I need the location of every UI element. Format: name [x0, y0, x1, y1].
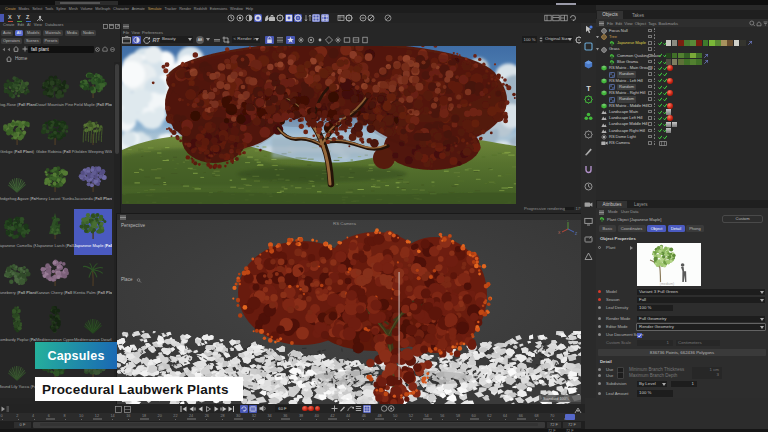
svg-text:RS Camera: RS Camera — [333, 221, 356, 226]
svg-text:Perspective: Perspective — [121, 223, 145, 228]
svg-text:Standard 100%: Standard 100% — [543, 397, 570, 401]
svg-text:Place: Place — [121, 277, 133, 282]
svg-text:(medium): (medium) — [660, 282, 674, 286]
